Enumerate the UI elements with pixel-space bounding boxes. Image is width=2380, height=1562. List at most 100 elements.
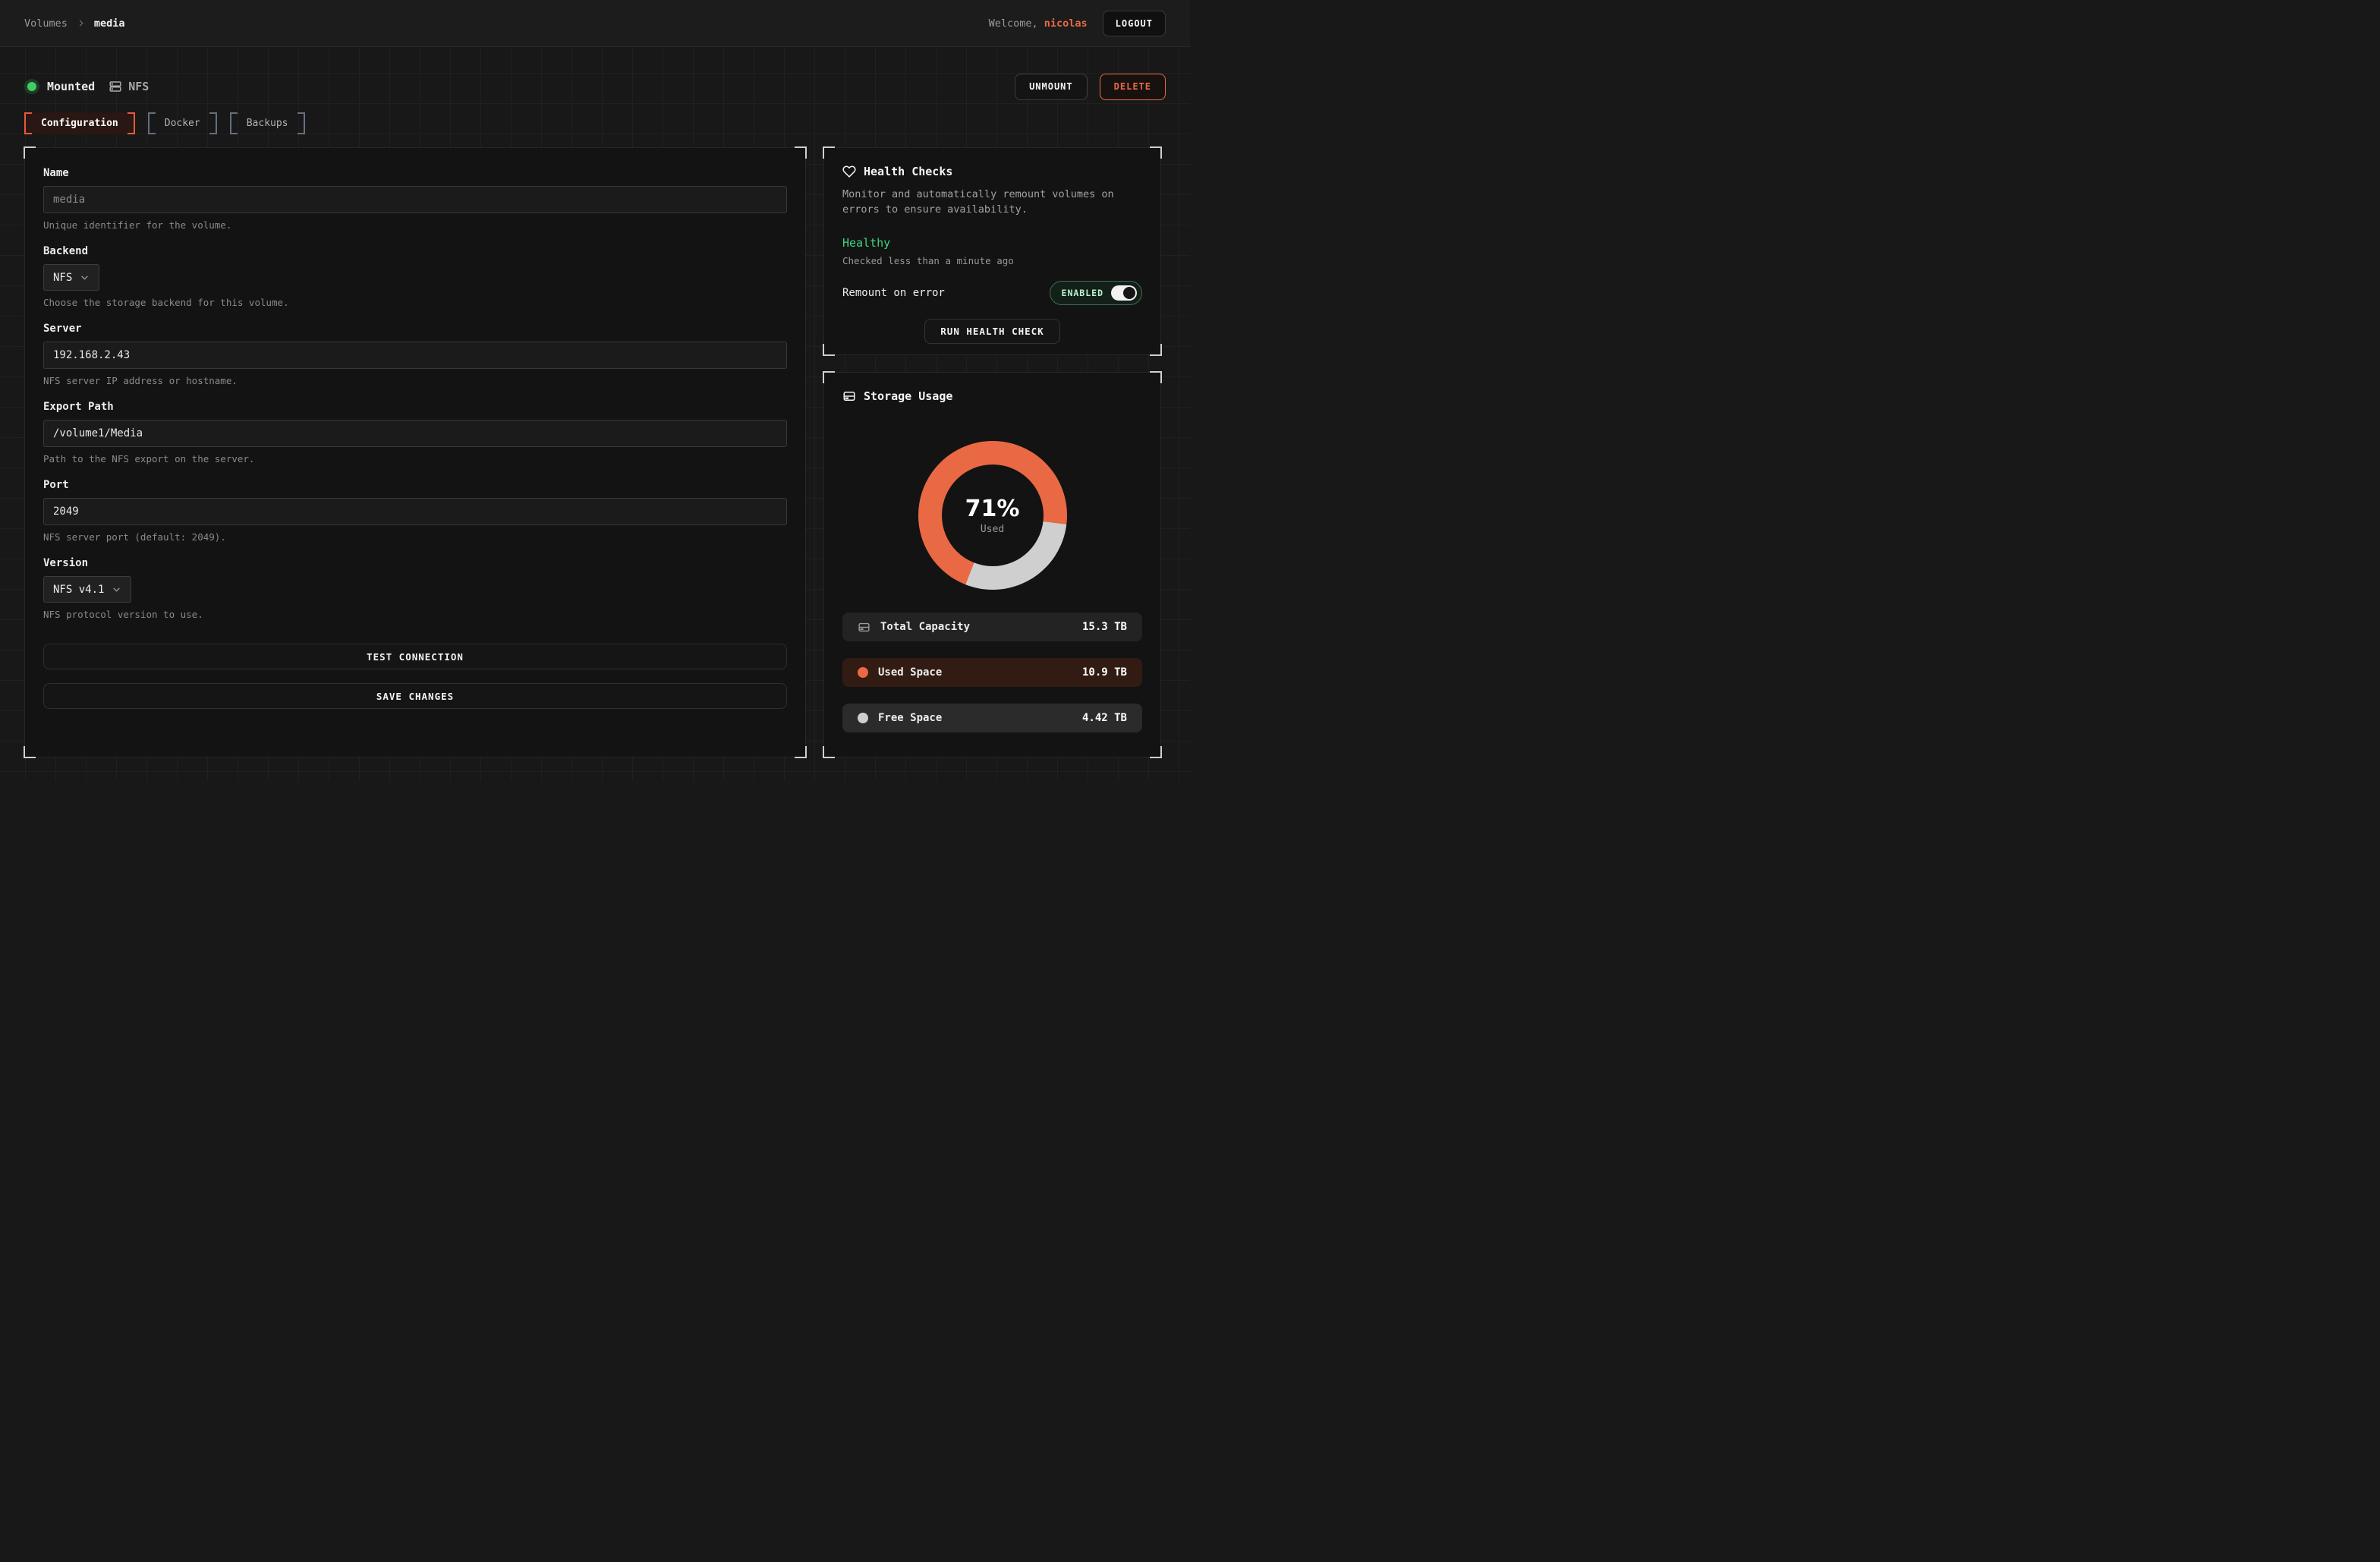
server-input[interactable] <box>43 342 787 369</box>
donut-center: 71% Used <box>942 465 1044 566</box>
main-content: Name Unique identifier for the volume. B… <box>24 147 1166 757</box>
breadcrumb: Volumes media <box>24 17 125 30</box>
export-path-help: Path to the NFS export on the server. <box>43 453 787 465</box>
stat-row-total-capacity: Total Capacity 15.3 TB <box>842 613 1142 641</box>
port-input[interactable] <box>43 498 787 525</box>
save-changes-button[interactable]: SAVE CHANGES <box>43 683 787 709</box>
chevron-right-icon <box>77 19 85 27</box>
hard-drive-icon <box>842 389 856 403</box>
corner-bracket <box>795 146 807 159</box>
username: nicolas <box>1044 17 1088 30</box>
name-label: Name <box>43 167 787 179</box>
corner-bracket <box>795 746 807 758</box>
health-checks-description: Monitor and automatically remount volume… <box>842 187 1142 217</box>
health-checks-title-row: Health Checks <box>842 165 1142 178</box>
backend-select[interactable]: NFS <box>43 264 99 291</box>
version-select[interactable]: NFS v4.1 <box>43 576 131 603</box>
health-status: Healthy <box>842 236 1142 250</box>
storage-usage-title: Storage Usage <box>864 389 952 403</box>
health-last-checked: Checked less than a minute ago <box>842 255 1142 266</box>
welcome-prefix: Welcome, <box>989 17 1038 30</box>
used-space-dot-icon <box>858 667 868 678</box>
stat-label: Total Capacity <box>880 621 970 633</box>
corner-bracket <box>823 146 835 159</box>
stat-value: 15.3 TB <box>1082 621 1127 633</box>
export-path-label: Export Path <box>43 401 787 413</box>
volume-actions: UNMOUNT DELETE <box>1015 74 1166 100</box>
volume-status: Mounted NFS <box>24 79 149 94</box>
top-bar-right: Welcome, nicolas LOGOUT <box>989 11 1166 36</box>
storage-stats: Total Capacity 15.3 TB Used Space 10.9 T… <box>842 613 1142 732</box>
server-label: Server <box>43 323 787 335</box>
name-input[interactable] <box>43 186 787 213</box>
run-health-check-row: RUN HEALTH CHECK <box>842 319 1142 344</box>
storage-usage-panel: Storage Usage 71% Used <box>823 372 1161 757</box>
backend-label: Backend <box>43 245 787 257</box>
configuration-panel: Name Unique identifier for the volume. B… <box>24 147 806 757</box>
toggle-knob <box>1123 287 1135 299</box>
stat-value: 4.42 TB <box>1082 712 1127 724</box>
corner-bracket <box>24 146 36 159</box>
corner-bracket <box>1150 146 1162 159</box>
right-column: Health Checks Monitor and automatically … <box>823 147 1161 757</box>
stat-value: 10.9 TB <box>1082 666 1127 679</box>
remount-toggle[interactable]: ENABLED <box>1050 281 1142 305</box>
version-label: Version <box>43 557 787 569</box>
delete-button[interactable]: DELETE <box>1100 74 1166 100</box>
backend-badge: NFS <box>109 80 149 93</box>
donut-percent-caption: Used <box>981 524 1004 535</box>
corner-bracket <box>823 371 835 383</box>
welcome-text: Welcome, nicolas <box>989 17 1088 30</box>
test-connection-button[interactable]: TEST CONNECTION <box>43 644 787 669</box>
storage-usage-title-row: Storage Usage <box>842 389 1142 403</box>
stat-row-used-space: Used Space 10.9 TB <box>842 658 1142 687</box>
health-checks-panel: Health Checks Monitor and automatically … <box>823 147 1161 355</box>
chevron-down-icon <box>112 584 121 594</box>
tab-bar: Configuration Docker Backups <box>24 112 1166 134</box>
heart-icon <box>842 165 856 178</box>
tab-configuration[interactable]: Configuration <box>24 112 135 134</box>
corner-bracket <box>24 746 36 758</box>
backend-badge-label: NFS <box>128 80 149 93</box>
tab-backups[interactable]: Backups <box>230 112 305 134</box>
stat-label: Free Space <box>878 712 942 724</box>
server-stack-icon <box>109 80 122 93</box>
tab-docker[interactable]: Docker <box>148 112 217 134</box>
corner-bracket <box>1150 344 1162 356</box>
export-path-input[interactable] <box>43 420 787 447</box>
form-actions: TEST CONNECTION SAVE CHANGES <box>43 644 787 709</box>
run-health-check-button[interactable]: RUN HEALTH CHECK <box>924 319 1059 344</box>
backend-help: Choose the storage backend for this volu… <box>43 297 787 308</box>
mounted-label: Mounted <box>47 80 95 93</box>
storage-donut-chart: 71% Used <box>918 441 1067 590</box>
corner-bracket <box>823 344 835 356</box>
name-help: Unique identifier for the volume. <box>43 219 787 231</box>
remount-toggle-label: ENABLED <box>1062 288 1103 298</box>
health-checks-title: Health Checks <box>864 165 952 178</box>
logout-button[interactable]: LOGOUT <box>1103 11 1166 36</box>
stat-row-free-space: Free Space 4.42 TB <box>842 704 1142 732</box>
breadcrumb-current: media <box>94 17 125 30</box>
remount-setting-row: Remount on error ENABLED <box>842 281 1142 305</box>
backend-select-value: NFS <box>53 272 72 284</box>
page-background: Mounted NFS UNMOUNT DELETE Configuration… <box>0 47 1190 781</box>
top-bar: Volumes media Welcome, nicolas LOGOUT <box>0 0 1190 47</box>
corner-bracket <box>1150 746 1162 758</box>
hard-drive-icon <box>858 621 870 634</box>
stat-label: Used Space <box>878 666 942 679</box>
remount-label: Remount on error <box>842 287 945 299</box>
status-row: Mounted NFS UNMOUNT DELETE <box>24 73 1166 100</box>
mounted-status-icon <box>24 79 39 94</box>
corner-bracket <box>823 746 835 758</box>
port-label: Port <box>43 479 787 491</box>
donut-percent: 71% <box>965 496 1020 522</box>
version-select-value: NFS v4.1 <box>53 584 104 596</box>
server-help: NFS server IP address or hostname. <box>43 375 787 386</box>
breadcrumb-volumes[interactable]: Volumes <box>24 17 68 30</box>
unmount-button[interactable]: UNMOUNT <box>1015 74 1088 100</box>
version-help: NFS protocol version to use. <box>43 609 787 620</box>
port-help: NFS server port (default: 2049). <box>43 531 787 543</box>
free-space-dot-icon <box>858 713 868 723</box>
chevron-down-icon <box>80 272 90 282</box>
corner-bracket <box>1150 371 1162 383</box>
